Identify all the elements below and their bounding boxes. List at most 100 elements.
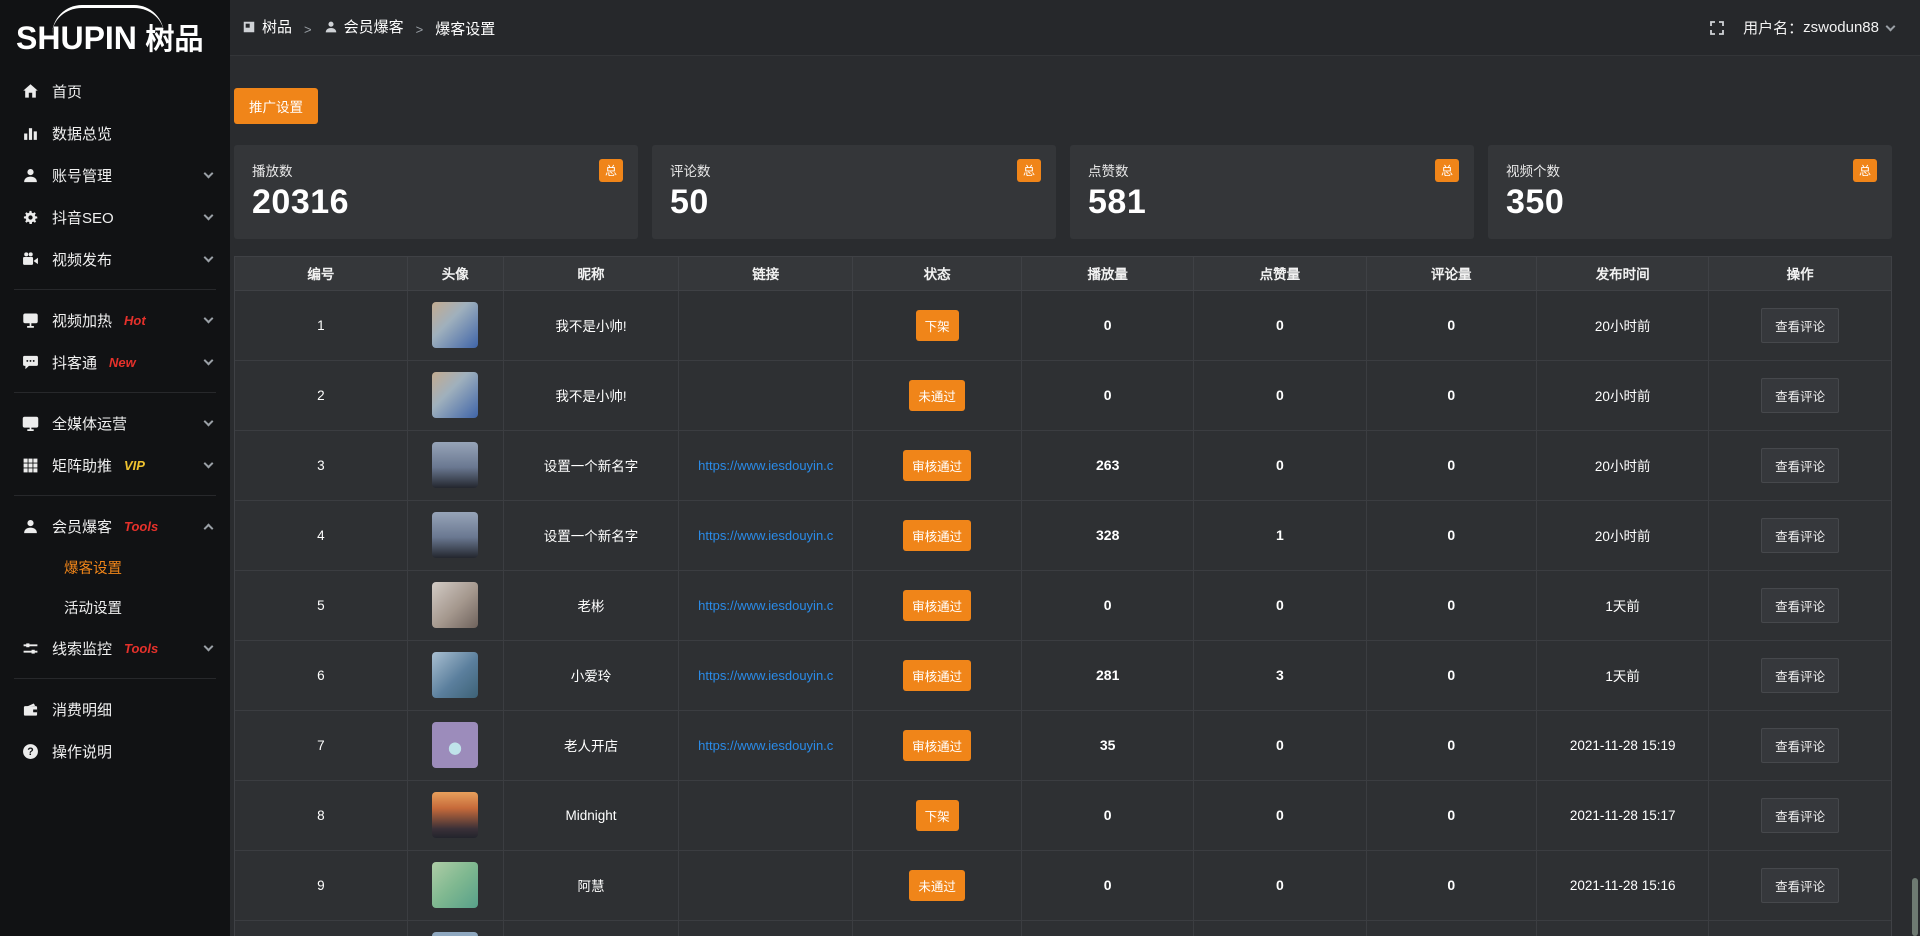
breadcrumb-item[interactable]: 爆客设置	[435, 18, 495, 39]
likes-cell: 0	[1194, 570, 1366, 640]
sidebar-item[interactable]: ?操作说明	[0, 730, 230, 772]
sidebar-subitem[interactable]: 活动设置	[0, 587, 230, 627]
sidebar-item-label: 线索监控	[52, 638, 112, 659]
promo-settings-button[interactable]: 推广设置	[234, 88, 318, 124]
nickname-cell: 小爱玲	[503, 640, 679, 710]
wallet-icon	[22, 701, 39, 718]
link-cell	[679, 360, 853, 430]
publish-time-cell: 2021-11-28 15:17	[1537, 780, 1709, 850]
status-cell: 审核通过	[853, 640, 1022, 710]
table-row: 4设置一个新名字https://www.iesdouyin.c审核通过32810…	[235, 500, 1891, 570]
sidebar-item[interactable]: 线索监控 Tools	[0, 627, 230, 669]
videos-table: 编号头像昵称链接状态播放量点赞量评论量发布时间操作 1我不是小帅!下架00020…	[235, 257, 1891, 936]
stat-card-value: 20316	[252, 183, 620, 222]
video-link[interactable]: https://www.iesdouyin.c	[698, 598, 833, 613]
avatar-cell	[407, 360, 503, 430]
status-cell: 审核通过	[853, 570, 1022, 640]
sidebar-item[interactable]: 视频加热Hot	[0, 299, 230, 341]
sidebar-subitem[interactable]: 爆客设置	[0, 547, 230, 587]
link-cell: https://www.iesdouyin.c	[679, 430, 853, 500]
view-comments-button[interactable]: 查看评论	[1761, 868, 1839, 903]
status-badge: 审核通过	[903, 660, 971, 691]
video-link[interactable]: https://www.iesdouyin.c	[698, 668, 833, 683]
content: 推广设置 播放数20316总评论数50总点赞数581总视频个数350总 编号头像…	[230, 56, 1920, 936]
link-cell: https://www.iesdouyin.c	[679, 710, 853, 780]
action-cell: 查看评论	[1709, 710, 1891, 780]
chevron-down-icon	[204, 642, 214, 652]
sidebar-item[interactable]: 消费明细	[0, 688, 230, 730]
sidebar-item[interactable]: 数据总览	[0, 112, 230, 154]
comments-cell: 0	[1366, 500, 1537, 570]
fullscreen-icon[interactable]	[1709, 20, 1725, 36]
status-badge: 下架	[916, 800, 959, 831]
nickname-cell: 阿慧	[503, 850, 679, 920]
chevron-down-icon	[1886, 21, 1896, 31]
view-comments-button[interactable]: 查看评论	[1761, 378, 1839, 413]
likes-cell: 1	[1194, 500, 1366, 570]
status-badge: 审核通过	[903, 450, 971, 481]
likes-cell: 0	[1194, 430, 1366, 500]
nickname-cell: 设置一个新名字	[503, 430, 679, 500]
publish-time-cell: 20小时前	[1537, 430, 1709, 500]
gear-icon	[22, 209, 39, 226]
view-comments-button[interactable]: 查看评论	[1761, 798, 1839, 833]
sidebar-item[interactable]: 全媒体运营	[0, 402, 230, 444]
svg-text:?: ?	[27, 746, 33, 758]
breadcrumb-separator: >	[304, 22, 312, 37]
status-badge: 未通过	[909, 870, 965, 901]
plays-cell: 0	[1022, 780, 1194, 850]
stat-card-value: 50	[670, 183, 1038, 222]
sidebar-item[interactable]: 首页	[0, 70, 230, 112]
likes-cell: 0	[1194, 710, 1366, 780]
view-comments-button[interactable]: 查看评论	[1761, 308, 1839, 343]
video-link[interactable]: https://www.iesdouyin.c	[698, 738, 833, 753]
sidebar-item[interactable]: 抖音SEO	[0, 196, 230, 238]
plays-cell: 263	[1022, 430, 1194, 500]
row-id-cell: 2	[235, 360, 407, 430]
sidebar-item[interactable]: 矩阵助推VIP	[0, 444, 230, 486]
sidebar-item[interactable]: 会员爆客Tools	[0, 505, 230, 547]
scrollbar-thumb[interactable]	[1912, 878, 1918, 936]
stat-card-label: 点赞数	[1088, 160, 1456, 180]
sidebar-item-tag: VIP	[124, 458, 145, 473]
view-comments-button[interactable]: 查看评论	[1761, 448, 1839, 483]
publish-time-cell: 20小时前	[1537, 360, 1709, 430]
row-id-cell: 9	[235, 850, 407, 920]
chevron-up-icon	[204, 523, 214, 533]
video-icon	[22, 251, 39, 268]
likes-cell: 0	[1194, 360, 1366, 430]
video-link[interactable]: https://www.iesdouyin.c	[698, 458, 833, 473]
nickname-cell: 我不是小帅!	[503, 290, 679, 360]
sidebar-item[interactable]: 抖客通New	[0, 341, 230, 383]
breadcrumb-item[interactable]: 树品	[242, 16, 292, 37]
user-menu[interactable]: 用户名： zswodun88	[1743, 17, 1894, 38]
avatar-cell	[407, 920, 503, 936]
link-cell	[679, 780, 853, 850]
breadcrumb-item[interactable]: 会员爆客	[324, 16, 404, 37]
heat-icon	[22, 312, 39, 329]
status-badge: 审核通过	[903, 590, 971, 621]
likes-cell: 0	[1194, 780, 1366, 850]
sidebar-item[interactable]: 视频发布	[0, 238, 230, 280]
publish-time-cell	[1537, 920, 1709, 936]
stat-card-value: 581	[1088, 183, 1456, 222]
sidebar-item-tag: Tools	[124, 641, 158, 656]
column-header: 头像	[407, 257, 503, 290]
table-body: 1我不是小帅!下架00020小时前查看评论2我不是小帅!未通过00020小时前查…	[235, 290, 1891, 936]
video-link[interactable]: https://www.iesdouyin.c	[698, 528, 833, 543]
view-comments-button[interactable]: 查看评论	[1761, 728, 1839, 763]
avatar-cell	[407, 640, 503, 710]
plays-cell: 35	[1022, 710, 1194, 780]
action-cell: 查看评论	[1709, 500, 1891, 570]
logo[interactable]: SHUPIN 树品	[0, 0, 230, 64]
comments-cell: 0	[1366, 850, 1537, 920]
view-comments-button[interactable]: 查看评论	[1761, 588, 1839, 623]
likes-cell: 0	[1194, 290, 1366, 360]
table-row: 9阿慧未通过0002021-11-28 15:16查看评论	[235, 850, 1891, 920]
view-comments-button[interactable]: 查看评论	[1761, 658, 1839, 693]
sidebar-item[interactable]: 账号管理	[0, 154, 230, 196]
stat-cards: 播放数20316总评论数50总点赞数581总视频个数350总	[234, 145, 1892, 239]
username: zswodun88	[1803, 19, 1879, 36]
view-comments-button[interactable]: 查看评论	[1761, 518, 1839, 553]
logo-arc	[52, 5, 164, 35]
